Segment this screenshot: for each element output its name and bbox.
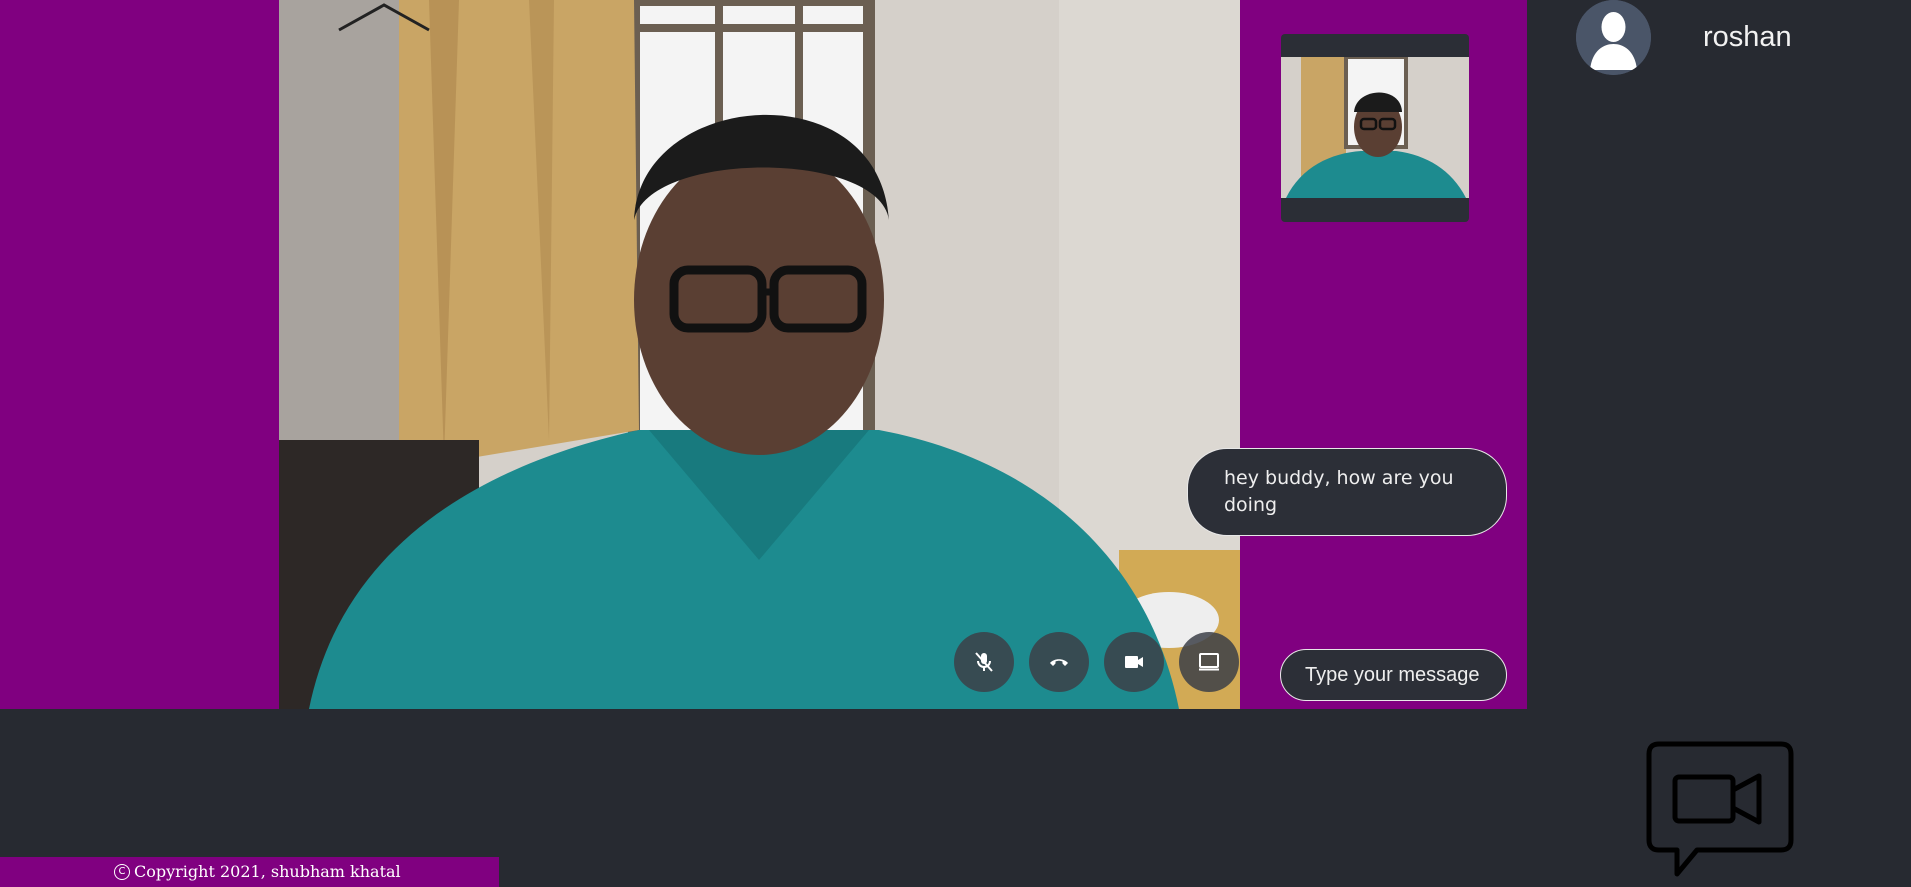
remote-video-frame (279, 0, 1240, 709)
mic-off-icon (975, 652, 993, 672)
screen-share-icon (1199, 653, 1219, 671)
chat-message: hey buddy, how are you doing (1187, 448, 1507, 536)
end-call-button[interactable] (1029, 632, 1089, 692)
self-view (1281, 34, 1469, 222)
self-video (1281, 57, 1469, 198)
remote-video (279, 0, 1240, 709)
video-chat-logo-icon (1646, 741, 1794, 877)
camera-toggle-button[interactable] (1104, 632, 1164, 692)
footer: C Copyright 2021, shubham khatal (0, 857, 499, 887)
mute-button[interactable] (954, 632, 1014, 692)
user-avatar-icon (1576, 0, 1651, 75)
message-input[interactable] (1280, 649, 1507, 701)
hang-up-icon (1050, 659, 1068, 666)
copyright-text: Copyright 2021, shubham khatal (134, 862, 401, 881)
contact-header: roshan (1576, 0, 1792, 75)
call-stage: hey buddy, how are you doing (0, 0, 1527, 709)
copyright-icon: C (114, 864, 130, 880)
call-controls (954, 632, 1239, 692)
contact-name[interactable]: roshan (1703, 21, 1792, 54)
screen-share-button[interactable] (1179, 632, 1239, 692)
video-camera-icon (1125, 656, 1143, 668)
avatar[interactable] (1576, 0, 1651, 75)
